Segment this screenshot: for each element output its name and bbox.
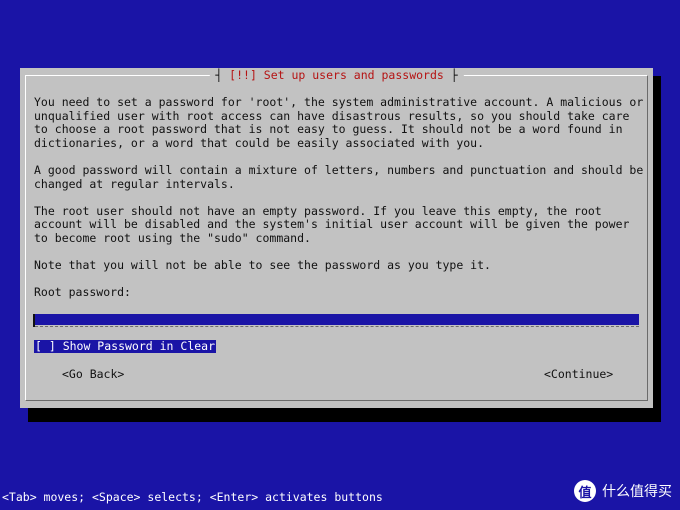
dialog-title: ┤ [!!] Set up users and passwords ├ (209, 68, 464, 82)
root-password-label: Root password: (34, 285, 131, 300)
dialog-content: You need to set a password for 'root', t… (34, 95, 644, 314)
dialog-title-text: [!!] Set up users and passwords (229, 68, 444, 82)
continue-button[interactable]: <Continue> (544, 368, 613, 381)
watermark: 值 什么值得买 (574, 480, 672, 502)
empty-password-paragraph: The root user should not have an empty p… (34, 203, 630, 245)
root-password-input[interactable] (35, 314, 639, 325)
good-password-paragraph: A good password will contain a mixture o… (34, 162, 644, 191)
hidden-typing-paragraph: Note that you will not be able to see th… (34, 258, 491, 273)
password-field-underline (35, 326, 639, 327)
intro-paragraph: You need to set a password for 'root', t… (34, 95, 644, 150)
watermark-logo-icon: 值 (574, 480, 596, 502)
show-password-checkbox[interactable]: [ ] Show Password in Clear (34, 340, 217, 353)
watermark-text: 什么值得买 (602, 484, 672, 500)
setup-users-dialog: ┤ [!!] Set up users and passwords ├ You … (20, 68, 653, 408)
go-back-button[interactable]: <Go Back> (62, 368, 124, 381)
status-bar: <Tab> moves; <Space> selects; <Enter> ac… (2, 490, 383, 504)
